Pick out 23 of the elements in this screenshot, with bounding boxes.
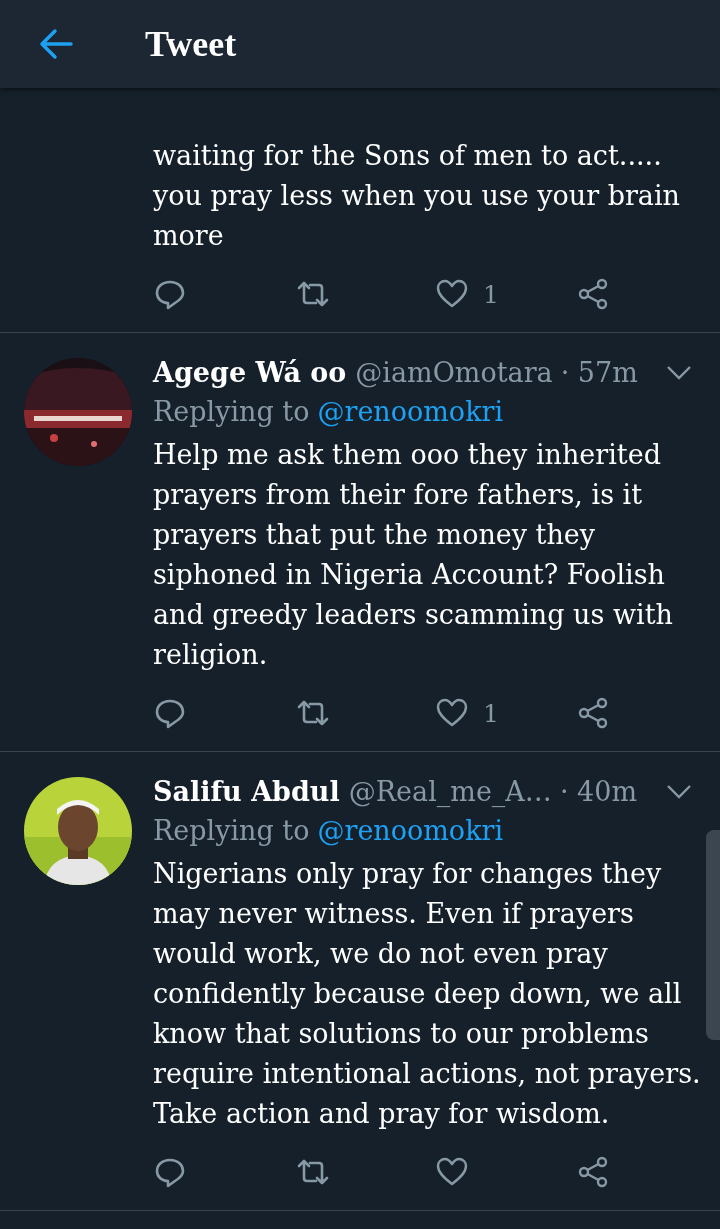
tweet-text: waiting for the Sons of men to act..... you pray less when you use your brain more <box>153 139 681 253</box>
mention-link[interactable]: @renoomokri <box>317 391 504 433</box>
author-handle: @Real_me_A… <box>348 775 552 809</box>
share-icon[interactable] <box>576 696 610 730</box>
replying-label: Replying to <box>153 814 310 848</box>
like-count: 1 <box>483 279 499 309</box>
author-name: Agege Wá oo <box>153 356 347 390</box>
tweet-text: Nigerians only pray for changes they may never witness. Even if prayers would work, we do not even pray confidently because deep down, we all know that solutions to our problems require intentional actions, not prayers. Take action and pray for wisdom. <box>153 857 702 1131</box>
share-icon[interactable] <box>576 1155 610 1189</box>
tweet-text: Help me ask them ooo they inherited prayers from their fore fathers, is it prayers that put the money they siphoned in Nigeria Account? Foolish and greedy leaders scamming us with religion. <box>153 438 674 672</box>
page-title: Tweet <box>145 23 237 65</box>
author-handle: @iamOmotara <box>355 356 553 390</box>
mention-link[interactable]: @renoomokri <box>317 810 504 852</box>
scrollbar[interactable] <box>706 830 720 1040</box>
like-count: 1 <box>483 698 499 728</box>
tweet-time: · 40m <box>559 775 637 809</box>
tweet-time: · 57m <box>560 356 638 390</box>
replying-label: Replying to <box>153 395 310 429</box>
share-icon[interactable] <box>576 277 610 311</box>
chevron-down-icon[interactable] <box>666 783 692 801</box>
author-name: Salifu Abdul <box>153 775 340 809</box>
chevron-down-icon[interactable] <box>666 364 692 382</box>
back-arrow-icon[interactable] <box>38 26 74 62</box>
